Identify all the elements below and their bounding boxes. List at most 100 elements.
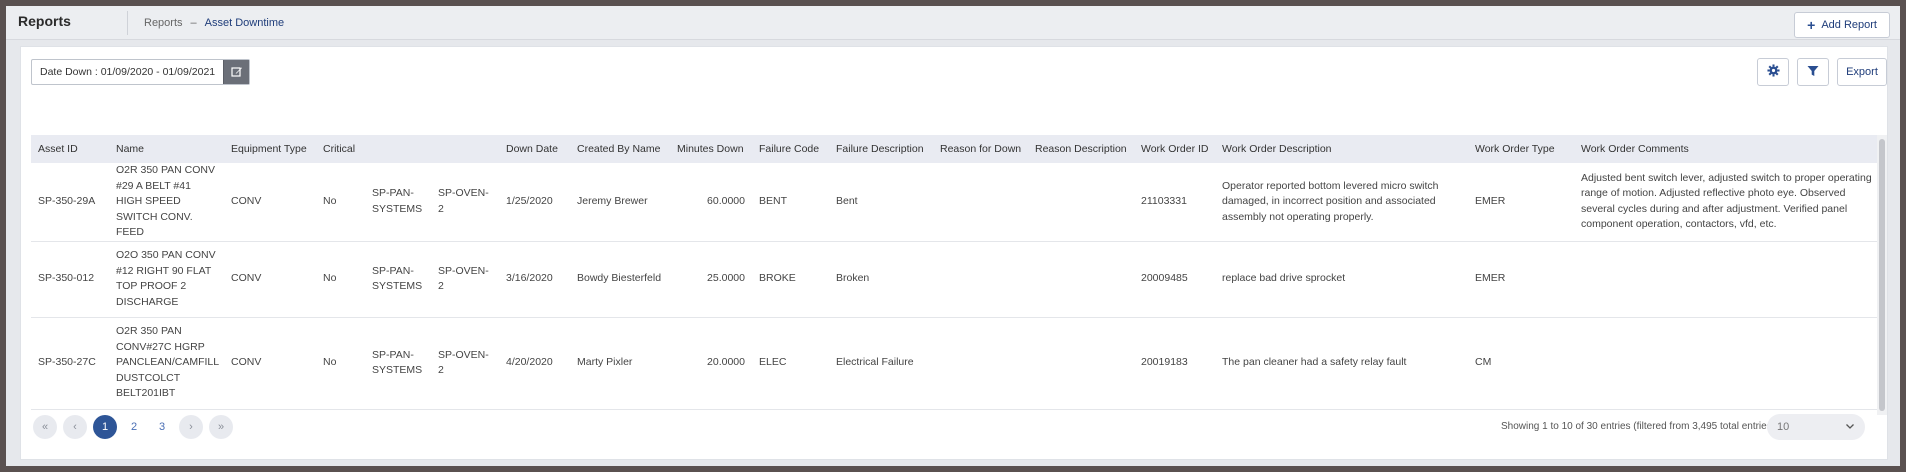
cell-created-by: Jeremy Brewer — [570, 163, 670, 242]
cell-work-order-id: 20019183 — [1134, 317, 1215, 410]
cell-area: SP-OVEN-2 — [431, 163, 499, 242]
cell-work-order-type: CM — [1468, 317, 1574, 410]
date-filter-text: Date Down : 01/09/2020 - 01/09/2021 — [40, 66, 216, 78]
col-critical[interactable]: Critical — [316, 135, 365, 163]
breadcrumb-separator: – — [190, 16, 197, 29]
col-system[interactable] — [365, 135, 431, 163]
chevron-down-icon — [1845, 421, 1855, 434]
col-work-order-type[interactable]: Work Order Type — [1468, 135, 1574, 163]
next-page-button[interactable]: › — [179, 415, 203, 439]
col-created-by[interactable]: Created By Name — [570, 135, 670, 163]
col-equipment-type[interactable]: Equipment Type — [224, 135, 316, 163]
cell-work-order-type: EMER — [1468, 163, 1574, 242]
top-bar: Reports Reports – Asset Downtime + Add R… — [6, 6, 1900, 40]
report-panel: Date Down : 01/09/2020 - 01/09/2021 Expo… — [20, 46, 1888, 460]
cell-asset-id: SP-350-27C — [31, 317, 109, 410]
add-report-label: Add Report — [1821, 19, 1877, 31]
date-filter[interactable]: Date Down : 01/09/2020 - 01/09/2021 — [31, 59, 251, 85]
cell-reason-for-down — [933, 163, 1028, 242]
col-asset-id[interactable]: Asset ID — [31, 135, 109, 163]
cell-created-by: Marty Pixler — [570, 317, 670, 410]
downtime-table: Asset ID Name Equipment Type Critical Do… — [31, 135, 1879, 410]
scrollbar-thumb[interactable] — [1879, 139, 1885, 411]
settings-button[interactable] — [1757, 58, 1789, 86]
filter-button[interactable] — [1797, 58, 1829, 86]
col-work-order-comments[interactable]: Work Order Comments — [1574, 135, 1879, 163]
cell-work-order-id: 20009485 — [1134, 241, 1215, 318]
cell-reason-description — [1028, 163, 1134, 242]
cell-work-order-comments — [1574, 241, 1879, 318]
entries-summary: Showing 1 to 10 of 30 entries (filtered … — [1501, 421, 1776, 432]
table-row[interactable]: SP-350-012 O2O 350 PAN CONV #12 RIGHT 90… — [31, 241, 1879, 318]
table-header-row: Asset ID Name Equipment Type Critical Do… — [31, 135, 1879, 163]
cell-equipment-type: CONV — [224, 241, 316, 318]
cell-name: O2R 350 PAN CONV #29 A BELT #41 HIGH SPE… — [109, 163, 224, 242]
cell-critical: No — [316, 241, 365, 318]
page-2-button[interactable]: 2 — [123, 415, 145, 439]
cell-work-order-description: replace bad drive sprocket — [1215, 241, 1468, 318]
page-3-button[interactable]: 3 — [151, 415, 173, 439]
cell-down-date: 4/20/2020 — [499, 317, 570, 410]
table-row[interactable]: SP-350-29A O2R 350 PAN CONV #29 A BELT #… — [31, 163, 1879, 242]
prev-page-button[interactable]: ‹ — [63, 415, 87, 439]
pagination: « ‹ 1 2 3 › » — [33, 415, 233, 439]
page-size-value: 10 — [1777, 421, 1790, 433]
col-minutes-down[interactable]: Minutes Down — [670, 135, 752, 163]
col-work-order-description[interactable]: Work Order Description — [1215, 135, 1468, 163]
cell-failure-description: Electrical Failure — [829, 317, 933, 410]
gear-icon — [1766, 64, 1780, 80]
col-failure-code[interactable]: Failure Code — [752, 135, 829, 163]
table-scrollbar[interactable] — [1877, 135, 1887, 415]
cell-work-order-type: EMER — [1468, 241, 1574, 318]
col-down-date[interactable]: Down Date — [499, 135, 570, 163]
cell-reason-description — [1028, 241, 1134, 318]
cell-reason-for-down — [933, 241, 1028, 318]
edit-icon[interactable] — [223, 60, 250, 84]
col-name[interactable]: Name — [109, 135, 224, 163]
page-size-select[interactable]: 10 — [1767, 414, 1865, 440]
cell-asset-id: SP-350-012 — [31, 241, 109, 318]
cell-name: O2O 350 PAN CONV #12 RIGHT 90 FLAT TOP P… — [109, 241, 224, 318]
breadcrumb-reports[interactable]: Reports — [144, 17, 183, 29]
cell-name: O2R 350 PAN CONV#27C HGRP PANCLEAN/CAMFI… — [109, 317, 224, 410]
cell-reason-for-down — [933, 317, 1028, 410]
app-window: Reports Reports – Asset Downtime + Add R… — [6, 6, 1900, 466]
cell-created-by: Bowdy Biesterfeld — [570, 241, 670, 318]
cell-work-order-description: Operator reported bottom levered micro s… — [1215, 163, 1468, 242]
page-1-button[interactable]: 1 — [93, 415, 117, 439]
cell-reason-description — [1028, 317, 1134, 410]
col-area[interactable] — [431, 135, 499, 163]
filter-icon — [1807, 65, 1819, 80]
add-report-button[interactable]: + Add Report — [1794, 12, 1890, 38]
cell-area: SP-OVEN-2 — [431, 241, 499, 318]
cell-down-date: 1/25/2020 — [499, 163, 570, 242]
last-page-button[interactable]: » — [209, 415, 233, 439]
cell-system: SP-PAN-SYSTEMS — [365, 241, 431, 318]
page-title: Reports — [6, 10, 128, 35]
cell-equipment-type: CONV — [224, 163, 316, 242]
col-reason-for-down[interactable]: Reason for Down — [933, 135, 1028, 163]
cell-critical: No — [316, 317, 365, 410]
cell-failure-code: BROKE — [752, 241, 829, 318]
cell-failure-code: BENT — [752, 163, 829, 242]
cell-work-order-comments — [1574, 317, 1879, 410]
cell-work-order-description: The pan cleaner had a safety relay fault — [1215, 317, 1468, 410]
col-reason-description[interactable]: Reason Description — [1028, 135, 1134, 163]
first-page-button[interactable]: « — [33, 415, 57, 439]
cell-failure-description: Bent — [829, 163, 933, 242]
cell-work-order-id: 21103331 — [1134, 163, 1215, 242]
plus-icon: + — [1807, 17, 1816, 33]
cell-minutes-down: 20.0000 — [670, 317, 752, 410]
table-row[interactable]: SP-350-27C O2R 350 PAN CONV#27C HGRP PAN… — [31, 317, 1879, 410]
cell-asset-id: SP-350-29A — [31, 163, 109, 242]
cell-critical: No — [316, 163, 365, 242]
cell-area: SP-OVEN-2 — [431, 317, 499, 410]
cell-equipment-type: CONV — [224, 317, 316, 410]
col-failure-description[interactable]: Failure Description — [829, 135, 933, 163]
cell-work-order-comments: Adjusted bent switch lever, adjusted swi… — [1574, 163, 1879, 242]
breadcrumb: Reports – Asset Downtime — [128, 17, 284, 29]
cell-down-date: 3/16/2020 — [499, 241, 570, 318]
cell-system: SP-PAN-SYSTEMS — [365, 317, 431, 410]
export-button[interactable]: Export — [1837, 58, 1887, 86]
col-work-order-id[interactable]: Work Order ID — [1134, 135, 1215, 163]
